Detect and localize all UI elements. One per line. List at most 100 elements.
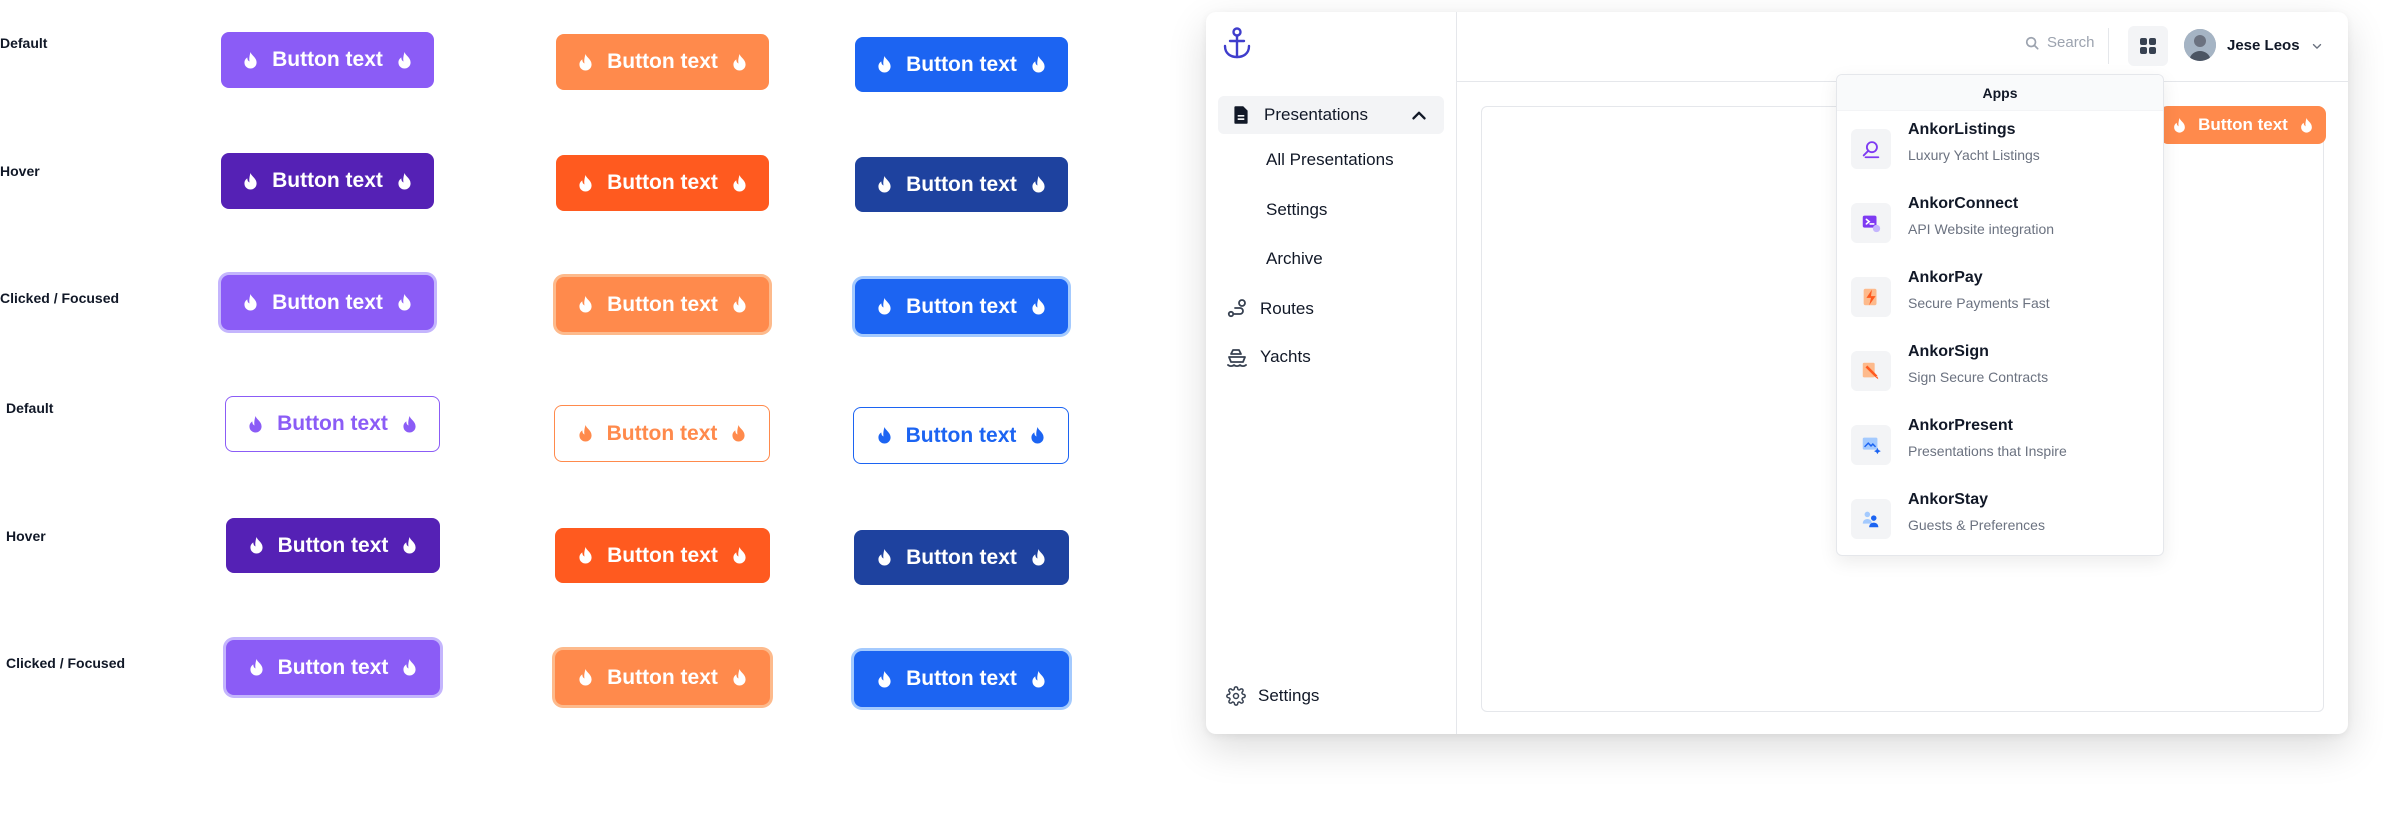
user-name[interactable]: Jese Leos (2227, 37, 2300, 54)
fire-icon (878, 176, 891, 193)
fire-icon (398, 51, 411, 69)
search-icon (2025, 36, 2039, 50)
button-label: Button text (906, 294, 1017, 318)
app-title: AnkorStay (1908, 491, 1988, 509)
app-item-pay[interactable]: AnkorPay Secure Payments Fast (1837, 259, 2165, 333)
app-item-connect[interactable]: AnkorConnect API Website integration (1837, 185, 2165, 259)
user-avatar-icon (2184, 29, 2216, 61)
fire-icon (579, 547, 592, 564)
state-label-outline-hover: Hover (6, 528, 46, 544)
fire-icon (878, 298, 891, 315)
app-item-listings[interactable]: AnkorListings Luxury Yacht Listings (1837, 111, 2165, 185)
purple-outline-hover-button[interactable]: Button text (226, 518, 440, 573)
blue-focused-button[interactable]: Button text (855, 279, 1068, 334)
search-input[interactable]: Search (2025, 34, 2095, 51)
blue-outline-hover-button[interactable]: Button text (854, 530, 1069, 585)
fire-icon (403, 415, 416, 433)
app-name: Listings (1954, 121, 2016, 138)
button-label: Button text (272, 48, 383, 71)
fire-icon (1032, 56, 1045, 73)
fire-icon (250, 659, 263, 676)
state-label-outline-focused: Clicked / Focused (6, 655, 126, 671)
fire-icon (878, 670, 891, 688)
orange-outline-hover-button[interactable]: Button text (555, 528, 770, 583)
grid-icon (2140, 38, 2156, 54)
blue-outline-button[interactable]: Button text (853, 407, 1069, 464)
top-bar: Search Jese Leos (1457, 12, 2348, 82)
terminal-icon (1851, 203, 1891, 243)
app-name: Stay (1954, 491, 1989, 508)
app-description: Presentations that Inspire (1908, 443, 2067, 459)
purple-outline-button[interactable]: Button text (225, 396, 440, 452)
app-title: AnkorPay (1908, 269, 1983, 287)
app-description: API Website integration (1908, 221, 2055, 237)
purple-default-button[interactable]: Button text (221, 32, 434, 88)
app-title: AnkorPresent (1908, 417, 2013, 435)
app-name: Pay (1954, 269, 1983, 286)
fire-icon (250, 537, 263, 554)
purple-outline-focused-button[interactable]: Button text (226, 640, 440, 695)
app-title: AnkorSign (1908, 343, 1989, 361)
fire-icon (403, 537, 416, 554)
sidebar-settings-button[interactable]: Settings (1226, 686, 1319, 706)
sidebar-item-label: Yachts (1260, 347, 1311, 366)
app-item-sign[interactable]: AnkorSign Sign Secure Contracts (1837, 333, 2165, 407)
sidebar-subitem-all-presentations[interactable]: All Presentations (1266, 150, 1394, 170)
state-label-outline-default: Default (6, 400, 54, 416)
search-placeholder: Search (2047, 34, 2095, 51)
button-label: Button text (272, 169, 383, 192)
orange-focused-button[interactable]: Button text (556, 277, 769, 332)
button-label: Button text (2198, 115, 2288, 134)
anchor-icon[interactable] (1222, 26, 1252, 60)
guests-icon (1851, 499, 1891, 539)
fire-icon (1032, 176, 1045, 193)
avatar[interactable] (2184, 29, 2216, 61)
blue-outline-focused-button[interactable]: Button text (854, 651, 1069, 707)
sidebar-subitem-settings[interactable]: Settings (1266, 200, 1327, 220)
fire-icon (249, 415, 262, 433)
state-label-focused: Clicked / Focused (0, 290, 120, 306)
orange-action-button[interactable]: Button text (2160, 106, 2326, 144)
app-description: Sign Secure Contracts (1908, 369, 2049, 385)
sidebar-item-routes[interactable]: Routes (1226, 294, 1426, 324)
app-item-stay[interactable]: AnkorStay Guests & Preferences (1837, 481, 2165, 555)
app-window: Presentations All Presentations Settings… (1206, 12, 2348, 734)
fire-icon (878, 427, 891, 444)
orange-outline-focused-button[interactable]: Button text (555, 650, 770, 705)
fire-icon (579, 53, 592, 71)
orange-hover-button[interactable]: Button text (556, 155, 769, 211)
fire-icon (878, 549, 891, 566)
sidebar-item-yachts[interactable]: Yachts (1226, 342, 1426, 372)
button-label: Button text (277, 412, 388, 435)
orange-outline-button[interactable]: Button text (554, 405, 770, 462)
app-item-present[interactable]: AnkorPresent Presentations that Inspire (1837, 407, 2165, 481)
document-icon (1234, 106, 1248, 124)
state-label-default: Default (0, 35, 48, 51)
fire-icon (1032, 670, 1045, 688)
purple-focused-button[interactable]: Button text (221, 275, 434, 330)
app-name: Connect (1954, 195, 2019, 212)
sidebar-subitem-archive[interactable]: Archive (1266, 249, 1323, 269)
app-prefix: Ankor (1908, 121, 1955, 138)
blue-hover-button[interactable]: Button text (855, 157, 1068, 212)
fire-icon (579, 296, 592, 313)
button-label: Button text (272, 290, 383, 314)
button-label: Button text (607, 543, 718, 567)
orange-default-button[interactable]: Button text (556, 34, 769, 90)
search-listing-icon (1851, 129, 1891, 169)
blue-default-button[interactable]: Button text (855, 37, 1068, 92)
fire-icon (733, 296, 746, 313)
fire-icon (1032, 549, 1045, 566)
button-label: Button text (906, 172, 1017, 196)
fire-icon (579, 425, 592, 442)
apps-grid-button[interactable] (2128, 26, 2168, 66)
topbar-divider (2108, 28, 2109, 64)
button-label: Button text (607, 50, 718, 73)
purple-hover-button[interactable]: Button text (221, 153, 434, 209)
fire-icon (403, 659, 416, 676)
sidebar-item-presentations[interactable]: Presentations (1218, 96, 1444, 134)
fire-icon (2301, 117, 2312, 133)
app-title: AnkorConnect (1908, 195, 2018, 213)
app-description: Guests & Preferences (1908, 517, 2045, 533)
chevron-down-icon[interactable] (2310, 39, 2324, 53)
